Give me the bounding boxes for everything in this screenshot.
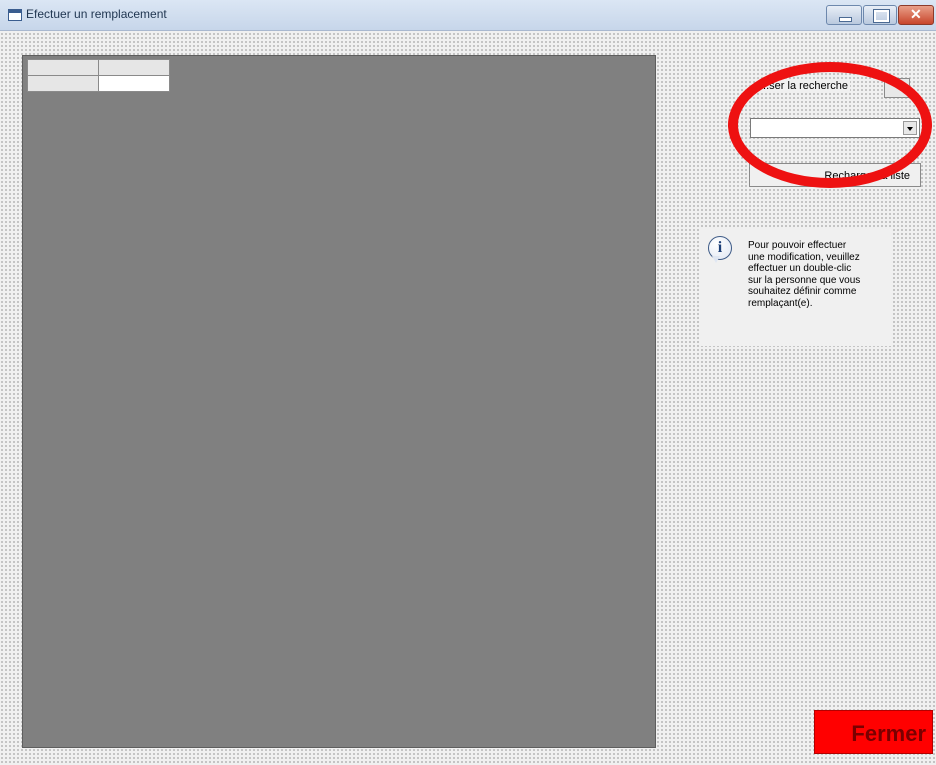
search-combo[interactable]	[750, 118, 920, 138]
info-icon: i	[708, 236, 732, 263]
window-title: Efectuer un remplacement	[26, 7, 167, 21]
info-text: Pour pouvoir effectuer une modification,…	[748, 240, 861, 309]
chevron-down-icon[interactable]	[903, 121, 917, 135]
info-box: i Pour pouvoir effectuer une modificatio…	[700, 228, 892, 346]
grid-fixed-cell[interactable]	[27, 75, 99, 92]
minimize-button[interactable]	[826, 5, 862, 25]
window-close-button[interactable]	[898, 5, 934, 25]
reload-list-button[interactable]: Recharger la liste	[749, 163, 921, 187]
maximize-button[interactable]	[863, 5, 897, 25]
title-bar: Efectuer un remplacement	[0, 0, 936, 31]
grid-row	[27, 75, 170, 92]
search-button[interactable]	[884, 78, 910, 98]
search-label: ...ser la recherche	[758, 80, 851, 92]
data-grid[interactable]	[22, 55, 656, 748]
grid-table	[27, 59, 170, 92]
close-form-button[interactable]: Fermer	[814, 710, 933, 754]
grid-fixed-cell[interactable]	[98, 59, 170, 76]
grid-fixed-cell[interactable]	[27, 59, 99, 76]
window-app-icon	[8, 9, 22, 21]
form-window: Efectuer un remplacement ...ser la reche…	[0, 0, 936, 765]
grid-header-row	[27, 59, 170, 76]
grid-cell[interactable]	[98, 75, 170, 92]
